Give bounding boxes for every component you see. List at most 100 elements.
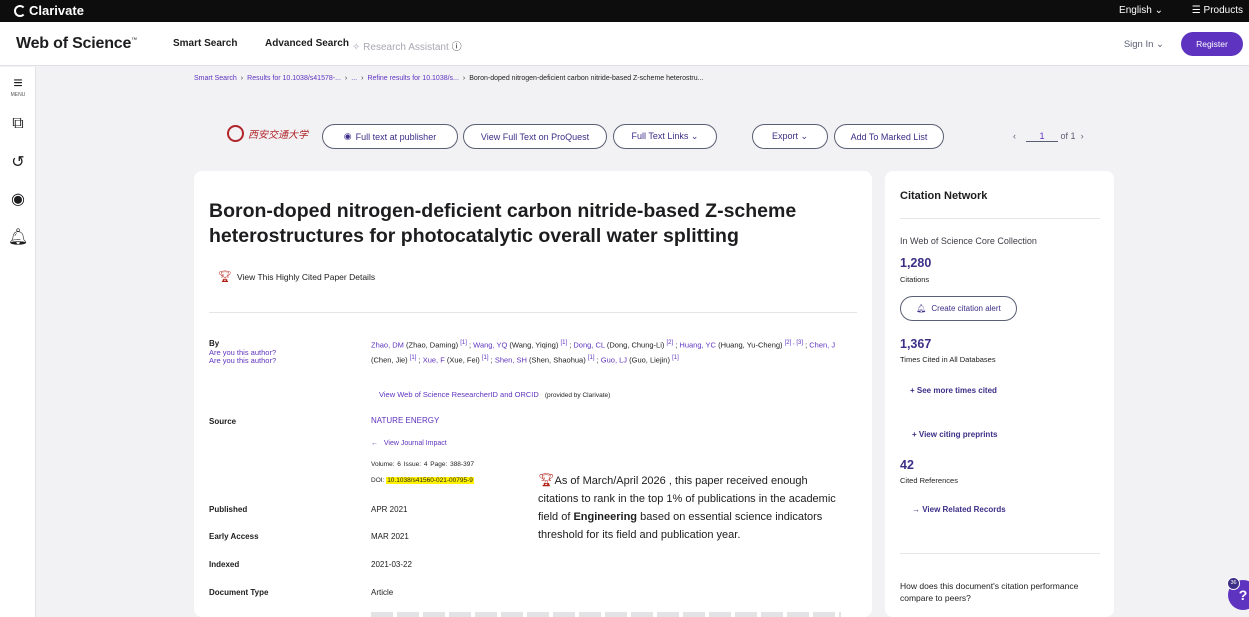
doi-row: DOI: 10.1038/s41560-021-00795-9	[371, 477, 474, 484]
history-icon[interactable]: ↺	[0, 152, 36, 172]
author-link[interactable]: Zhao, DM	[371, 341, 404, 350]
highly-cited-label: View This Highly Cited Paper Details	[236, 271, 376, 282]
full-text-links-button[interactable]: Full Text Links ⌄	[613, 124, 717, 149]
profile-icon[interactable]: ◉	[0, 189, 36, 209]
times-cited-count[interactable]: 1,367	[900, 337, 931, 351]
marked-list-icon[interactable]: ⧉	[0, 115, 36, 133]
next-page-icon[interactable]: ›	[1081, 131, 1084, 141]
nav-advanced-search[interactable]: Advanced Search	[265, 38, 349, 49]
trophy-icon: 🏆︎	[538, 472, 555, 487]
author-link[interactable]: Guo, LJ	[601, 355, 627, 364]
notification-badge: 36	[1227, 577, 1240, 590]
language-selector[interactable]: English ⌄	[1119, 5, 1163, 16]
published-value: APR 2021	[371, 505, 408, 514]
journal-link[interactable]: NATURE ENERGY	[371, 416, 439, 425]
divider	[900, 553, 1100, 554]
products-menu[interactable]: ☰ Products	[1192, 5, 1243, 16]
cited-references-label: Cited References	[900, 476, 958, 485]
breadcrumb-separator: ›	[240, 75, 244, 82]
breadcrumb-separator: ›	[361, 75, 364, 82]
record-card: Boron-doped nitrogen-deficient carbon ni…	[194, 171, 872, 617]
menu-icon[interactable]: ≡	[0, 75, 36, 93]
abstract-cutoff	[371, 612, 841, 617]
citations-count[interactable]: 1,280	[900, 256, 931, 270]
source-label: Source	[209, 417, 237, 426]
view-related-records-link[interactable]: → View Related Records	[912, 505, 1006, 514]
affiliation-ref[interactable]: [1]	[672, 355, 679, 361]
author-full-name: (Xue, Fei)	[444, 355, 482, 364]
institution-name: 西安交通大学	[248, 130, 308, 141]
document-type-label: Document Type	[209, 588, 269, 597]
esi-highly-cited-note: 🏆︎As of March/April 2026 , this paper re…	[538, 471, 848, 544]
institution-logo[interactable]: 西安交通大学	[227, 125, 308, 142]
breadcrumb-refine[interactable]: Refine results for 10.1038/s...	[367, 75, 458, 82]
author-link[interactable]: Huang, YC	[679, 341, 716, 350]
create-citation-alert-button[interactable]: 🔔︎ Create citation alert	[900, 296, 1017, 321]
see-more-times-cited-link[interactable]: + See more times cited	[910, 386, 997, 395]
citation-performance-question: How does this document's citation perfor…	[900, 581, 1079, 603]
prev-page-icon[interactable]: ‹	[1013, 131, 1016, 141]
sign-in-button[interactable]: Sign In ⌄	[1124, 39, 1164, 50]
top-bar: Clarivate English ⌄ ☰ Products	[0, 0, 1249, 22]
author-full-name: (Zhao, Daming)	[403, 340, 461, 350]
researcher-id-link[interactable]: View Web of Science ResearcherID and ORC…	[379, 390, 539, 399]
citation-network-heading: Citation Network	[900, 190, 988, 202]
view-citing-preprints-link[interactable]: + View citing preprints	[912, 430, 997, 439]
add-to-marked-list-button[interactable]: Add To Marked List	[834, 124, 944, 149]
info-icon: ⓘ	[451, 42, 462, 53]
author-full-name: (Chen, Jie)	[371, 355, 410, 364]
breadcrumb: Smart Search › Results for 10.1038/s41578…	[194, 75, 703, 82]
highly-cited-link[interactable]: 🏆︎ View This Highly Cited Paper Details	[218, 270, 375, 283]
author-full-name: (Shen, Shaohua)	[526, 355, 588, 364]
journal-impact-label: View Journal Impact	[383, 440, 447, 447]
affiliation-ref[interactable]: [1]	[588, 355, 595, 361]
clarivate-icon	[14, 4, 26, 17]
author-full-name: (Guo, Liejin)	[627, 355, 673, 364]
research-assistant-label: Research Assistant	[363, 42, 449, 53]
by-label: By	[209, 339, 220, 348]
breadcrumb-current: Boron-doped nitrogen-deficient carbon ni…	[469, 75, 704, 82]
author-link[interactable]: Chen, J	[809, 341, 835, 350]
web-of-science-logo[interactable]: Web of Science™	[16, 35, 137, 53]
indexed-label: Indexed	[209, 560, 240, 569]
trophy-icon: 🏆︎	[218, 271, 232, 283]
author-claim-link[interactable]: Are you this author? Are you this author…	[209, 349, 276, 365]
register-button[interactable]: Register	[1181, 32, 1243, 56]
doi-value[interactable]: 10.1038/s41560-021-00795-9	[386, 477, 474, 484]
page-number-input[interactable]: 1	[1026, 131, 1059, 142]
proquest-button[interactable]: View Full Text on ProQuest	[463, 124, 607, 149]
journal-impact-link[interactable]: ← View Journal Impact	[371, 440, 447, 447]
page-total: of 1	[1060, 131, 1076, 141]
breadcrumb-smart-search[interactable]: Smart Search	[194, 75, 237, 82]
breadcrumb-separator: ›	[462, 75, 466, 82]
affiliation-ref[interactable]: [2] , [3]	[785, 340, 803, 346]
breadcrumb-results[interactable]: Results for 10.1038/s41578-...	[247, 75, 341, 82]
cited-references-count[interactable]: 42	[900, 458, 914, 472]
volume-issue-pages: Volume: 6 Issue: 4 Page: 388-397	[371, 461, 474, 468]
author-full-name: (Dong, Chung-Li)	[604, 340, 667, 350]
create-citation-alert-label: Create citation alert	[931, 304, 1001, 313]
alerts-bell-icon[interactable]: 🔔︎	[0, 227, 36, 247]
export-button[interactable]: Export ⌄	[752, 124, 828, 149]
divider	[900, 218, 1100, 219]
breadcrumb-separator: ›	[344, 75, 348, 82]
author-link[interactable]: Xue, F	[423, 355, 445, 364]
site-header: Web of Science™ Smart Search Advanced Se…	[0, 22, 1249, 66]
university-seal-icon	[227, 125, 244, 142]
nav-research-assistant[interactable]: ✧ Research Assistant ⓘ	[352, 38, 462, 53]
divider	[209, 312, 857, 313]
document-type-value: Article	[371, 588, 394, 597]
nav-smart-search[interactable]: Smart Search	[173, 38, 237, 49]
affiliation-ref[interactable]: [1]	[482, 355, 489, 361]
trademark: ™	[131, 37, 137, 44]
target-icon: ◉	[343, 131, 352, 141]
affiliation-ref[interactable]: [1]	[460, 340, 467, 346]
author-link[interactable]: Shen, SH	[495, 355, 527, 364]
full-text-publisher-button[interactable]: ◉ Full text at publisher	[322, 124, 458, 149]
breadcrumb-ellipsis[interactable]: ...	[351, 75, 357, 82]
published-label: Published	[209, 505, 248, 514]
clarivate-logo[interactable]: Clarivate	[14, 3, 84, 18]
author-full-name: (Wang, Yiqing)	[507, 340, 561, 350]
author-link[interactable]: Dong, CL	[573, 341, 604, 350]
author-link[interactable]: Wang, YQ	[473, 341, 507, 350]
